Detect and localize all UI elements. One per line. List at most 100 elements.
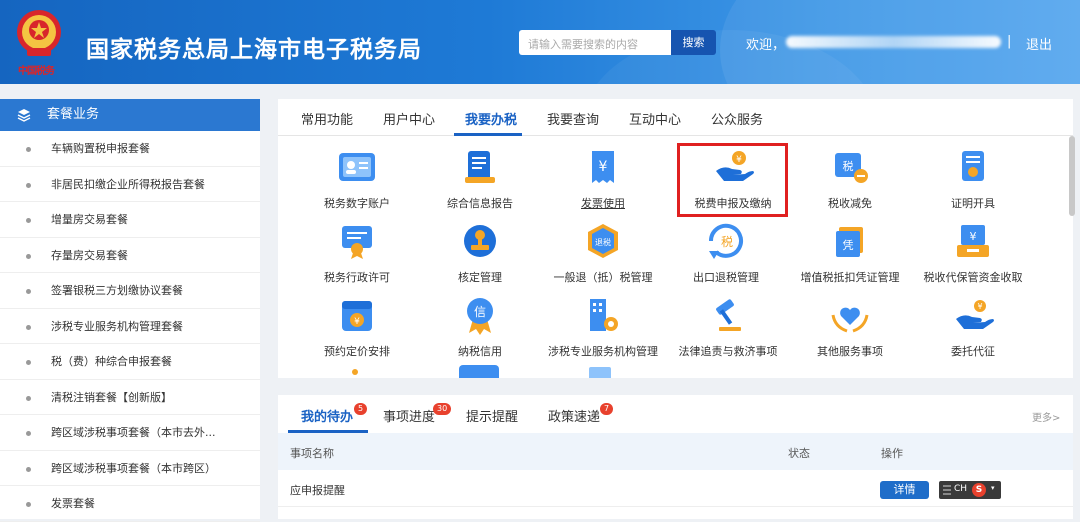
tab-policy[interactable]: 政策速递 <box>548 406 600 425</box>
grid-label: 税务行政许可 <box>324 271 390 284</box>
input-method-bar[interactable]: CH S ▾ <box>939 481 1001 499</box>
svg-text:税: 税 <box>843 159 854 173</box>
grid-label: 预约定价安排 <box>324 345 390 358</box>
more-link[interactable]: 更多> <box>1032 409 1060 424</box>
column-header: 操作 <box>881 447 903 460</box>
ime-logo-icon: S <box>972 483 986 497</box>
heart-hands-icon <box>831 307 869 333</box>
detail-button[interactable]: 详情 <box>880 481 929 499</box>
site-title: 国家税务总局上海市电子税务局 <box>86 37 422 63</box>
sidebar-item[interactable]: 涉税专业服务机构管理套餐 <box>0 309 260 344</box>
grid-item-entrusted-collection[interactable]: ¥ 委托代征 <box>913 295 1033 359</box>
grid-item-agency-management[interactable]: 涉税专业服务机构管理 <box>543 295 663 359</box>
grid-label: 法律追责与救济事项 <box>678 345 778 358</box>
sidebar-header[interactable]: 套餐业务 <box>0 99 260 131</box>
grid-item-assessment[interactable]: 核定管理 <box>420 221 540 285</box>
grid-item-digital-account[interactable]: 税务数字账户 <box>297 147 417 211</box>
partial-icon <box>589 367 611 378</box>
grid-item-info-report[interactable]: 综合信息报告 <box>420 147 540 211</box>
grid-item-tax-reduction[interactable]: 税 税收减免 <box>790 147 910 211</box>
layers-icon <box>17 109 31 122</box>
tab-public-service[interactable]: 公众服务 <box>711 109 763 128</box>
search-input[interactable]: 请输入需要搜索的内容 <box>519 30 671 55</box>
grid-label: 发票使用 <box>581 197 625 210</box>
grid-item-other-services[interactable]: 其他服务事项 <box>790 295 910 359</box>
svg-text:税: 税 <box>721 235 733 249</box>
tab-user-center[interactable]: 用户中心 <box>383 109 435 128</box>
building-gear-icon <box>590 299 618 331</box>
sidebar-item[interactable]: 存量房交易套餐 <box>0 238 260 273</box>
tab-query[interactable]: 我要查询 <box>547 109 599 128</box>
grid-label: 一般退（抵）税管理 <box>553 271 653 284</box>
tab-progress[interactable]: 事项进度 <box>383 406 435 425</box>
scrollbar[interactable] <box>1069 136 1075 216</box>
svg-text:凭: 凭 <box>843 238 854 252</box>
highlight-box <box>677 143 788 217</box>
voucher-icon: 凭 <box>836 227 863 257</box>
sidebar-item[interactable]: 签署银税三方划缴协议套餐 <box>0 273 260 309</box>
sidebar-item[interactable]: 增量房交易套餐 <box>0 202 260 238</box>
invoice-icon: ¥ <box>592 151 614 183</box>
sidebar-item[interactable]: 清税注销套餐【创新版】 <box>0 380 260 415</box>
grip-icon <box>943 483 951 495</box>
tab-reminders[interactable]: 提示提醒 <box>466 406 518 425</box>
svg-text:¥: ¥ <box>354 317 360 327</box>
column-header: 事项名称 <box>290 447 334 460</box>
tab-tax-handling[interactable]: 我要办税 <box>465 109 517 128</box>
table-header: 事项名称 状态 操作 <box>278 433 1073 470</box>
logout-link[interactable]: 退出 <box>1026 34 1052 53</box>
grid-item-legal-remedy[interactable]: 法律追责与救济事项 <box>668 295 788 359</box>
document-report-icon <box>465 151 495 183</box>
main-tabs: 常用功能 用户中心 我要办税 我要查询 互动中心 公众服务 <box>278 99 1073 136</box>
sidebar-item[interactable]: 跨区域涉税事项套餐（本市跨区） <box>0 451 260 486</box>
tab-interaction[interactable]: 互动中心 <box>629 109 681 128</box>
search-button[interactable]: 搜索 <box>671 30 716 55</box>
grid-item-tax-credit[interactable]: 信 纳税信用 <box>420 295 540 359</box>
ime-menu-icon: ▾ <box>991 484 995 492</box>
sidebar-item[interactable]: 车辆购置税申报套餐 <box>0 131 260 167</box>
progress-badge: 30 <box>433 403 452 415</box>
sidebar-item[interactable]: 非居民扣缴企业所得税报告套餐 <box>0 167 260 202</box>
separator: | <box>1007 34 1012 49</box>
grid-item-admin-license[interactable]: 税务行政许可 <box>297 221 417 285</box>
grid-item-fund-custody[interactable]: ¥ 税收代保管资金收取 <box>913 221 1033 285</box>
grid-item-invoice[interactable]: ¥ 发票使用 <box>543 147 663 211</box>
hand-coin-small-icon: ¥ <box>956 300 994 329</box>
svg-text:¥: ¥ <box>970 230 977 243</box>
grid-item-vat-voucher[interactable]: 凭 增值税抵扣凭证管理 <box>790 221 910 285</box>
function-panel: 常用功能 用户中心 我要办税 我要查询 互动中心 公众服务 税务数字账户 综合信… <box>278 99 1073 378</box>
sidebar-item[interactable]: 跨区域涉税事项套餐（本市去外... <box>0 415 260 451</box>
ime-language: CH <box>954 484 968 494</box>
grid-label: 税收代保管资金收取 <box>923 271 1023 284</box>
license-icon <box>342 226 372 259</box>
grid-item-general-refund[interactable]: 退税 一般退（抵）税管理 <box>543 221 663 285</box>
sidebar: 套餐业务 车辆购置税申报套餐 非居民扣缴企业所得税报告套餐 增量房交易套餐 存量… <box>0 99 260 522</box>
sidebar-item[interactable]: 发票套餐 <box>0 486 260 522</box>
partial-icon <box>459 365 499 378</box>
top-header: 中国税务 国家税务总局上海市电子税务局 请输入需要搜索的内容 搜索 欢迎， | … <box>0 0 1080 84</box>
welcome-text: 欢迎， <box>746 38 786 53</box>
sidebar-item[interactable]: 税（费）种综合申报套餐 <box>0 344 260 380</box>
fund-box-icon: ¥ <box>957 225 989 257</box>
grid-label: 税收减免 <box>828 197 872 210</box>
calendar-yuan-icon: ¥ <box>342 301 372 331</box>
id-card-icon <box>339 153 375 181</box>
svg-text:¥: ¥ <box>977 302 982 311</box>
tab-common[interactable]: 常用功能 <box>301 109 353 128</box>
todo-tabs: 我的待办 5 事项进度 30 提示提醒 政策速递 7 更多> <box>278 395 1073 433</box>
grid-item-export-refund[interactable]: 税 出口退税管理 <box>666 221 786 285</box>
tab-my-todo[interactable]: 我的待办 <box>301 406 353 425</box>
partial-icon <box>352 369 358 375</box>
grid-label: 委托代征 <box>951 345 995 358</box>
grid-label: 纳税信用 <box>458 345 502 358</box>
svg-text:¥: ¥ <box>599 159 608 175</box>
gavel-icon <box>716 299 741 331</box>
grid-label: 增值税抵扣凭证管理 <box>800 271 900 284</box>
credit-medal-icon: 信 <box>467 298 493 335</box>
grid-label: 涉税专业服务机构管理 <box>548 345 658 358</box>
todo-badge: 5 <box>354 403 368 415</box>
column-header: 状态 <box>788 447 810 460</box>
grid-item-pricing-arrangement[interactable]: ¥ 预约定价安排 <box>297 295 417 359</box>
active-tab-indicator <box>454 133 522 136</box>
grid-item-certificate[interactable]: 证明开具 <box>913 147 1033 211</box>
